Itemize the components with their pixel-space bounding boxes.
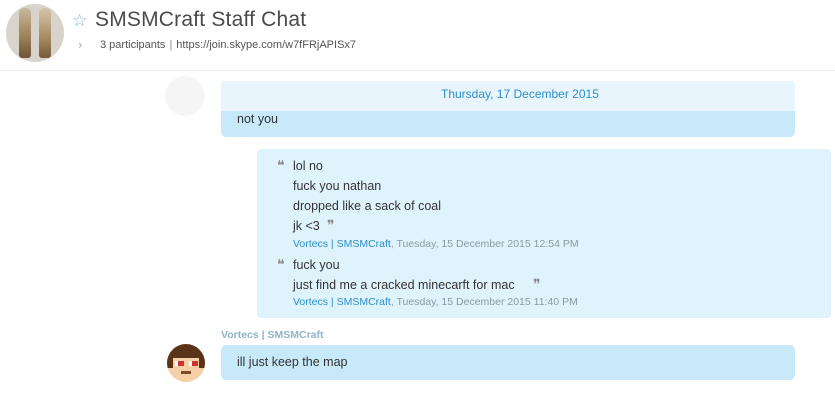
- chat-history[interactable]: Thursday, 17 December 2015 not you ❝ lol…: [0, 71, 835, 394]
- bottle-image: [19, 8, 31, 58]
- quote-line: fuck you nathan: [293, 179, 382, 193]
- quote-line: dropped like a sack of coal: [293, 199, 442, 213]
- quote-author[interactable]: Vortecs | SMSMCraft: [293, 238, 391, 250]
- close-quote-icon: ❞: [327, 218, 335, 234]
- participants-count[interactable]: 3 participants: [100, 39, 165, 51]
- group-avatar[interactable]: [6, 4, 64, 62]
- message-text: ill just keep the map: [237, 355, 348, 369]
- chat-subline: 3 participants | https://join.skype.com/w7…: [100, 39, 356, 51]
- open-quote-icon: ❝: [277, 158, 285, 174]
- sender-name[interactable]: Vortecs | SMSMCraft: [221, 329, 324, 341]
- quote-meta: Vortecs | SMSMCraft, Tuesday, 15 Decembe…: [293, 296, 578, 308]
- quote-line: fuck you: [293, 258, 340, 272]
- quote-timestamp: , Tuesday, 15 December 2015 12:54 PM: [390, 238, 579, 250]
- quote-timestamp: , Tuesday, 15 December 2015 11:40 PM: [390, 296, 578, 308]
- open-quote-icon: ❝: [277, 257, 285, 273]
- quote-line: lol no: [293, 159, 323, 173]
- avatar: [165, 76, 205, 116]
- quote-author[interactable]: Vortecs | SMSMCraft: [293, 296, 391, 308]
- bottle-image: [39, 8, 51, 58]
- avatar[interactable]: [167, 344, 205, 382]
- quote-message-bubble[interactable]: ❝ lol no fuck you nathan dropped like a …: [257, 149, 831, 318]
- quote-line: jk <3: [293, 219, 320, 233]
- close-quote-icon: ❞: [533, 277, 541, 293]
- quote-meta: Vortecs | SMSMCraft, Tuesday, 15 Decembe…: [293, 238, 579, 250]
- chat-header: ☆ SMSMCraft Staff Chat › 3 participants |…: [0, 0, 835, 71]
- separator: |: [169, 39, 173, 51]
- chevron-right-icon[interactable]: ›: [78, 39, 83, 51]
- join-link[interactable]: https://join.skype.com/w7fFRjAPISx7: [176, 39, 356, 51]
- favorite-star-icon[interactable]: ☆: [72, 13, 87, 30]
- quote-line: just find me a cracked minecarft for mac: [293, 278, 515, 292]
- message-bubble[interactable]: ill just keep the map: [221, 345, 795, 380]
- date-divider: Thursday, 17 December 2015: [441, 87, 599, 101]
- chat-title[interactable]: SMSMCraft Staff Chat: [95, 8, 306, 32]
- message-text: not you: [237, 112, 279, 126]
- message-bubble[interactable]: not you: [221, 111, 795, 137]
